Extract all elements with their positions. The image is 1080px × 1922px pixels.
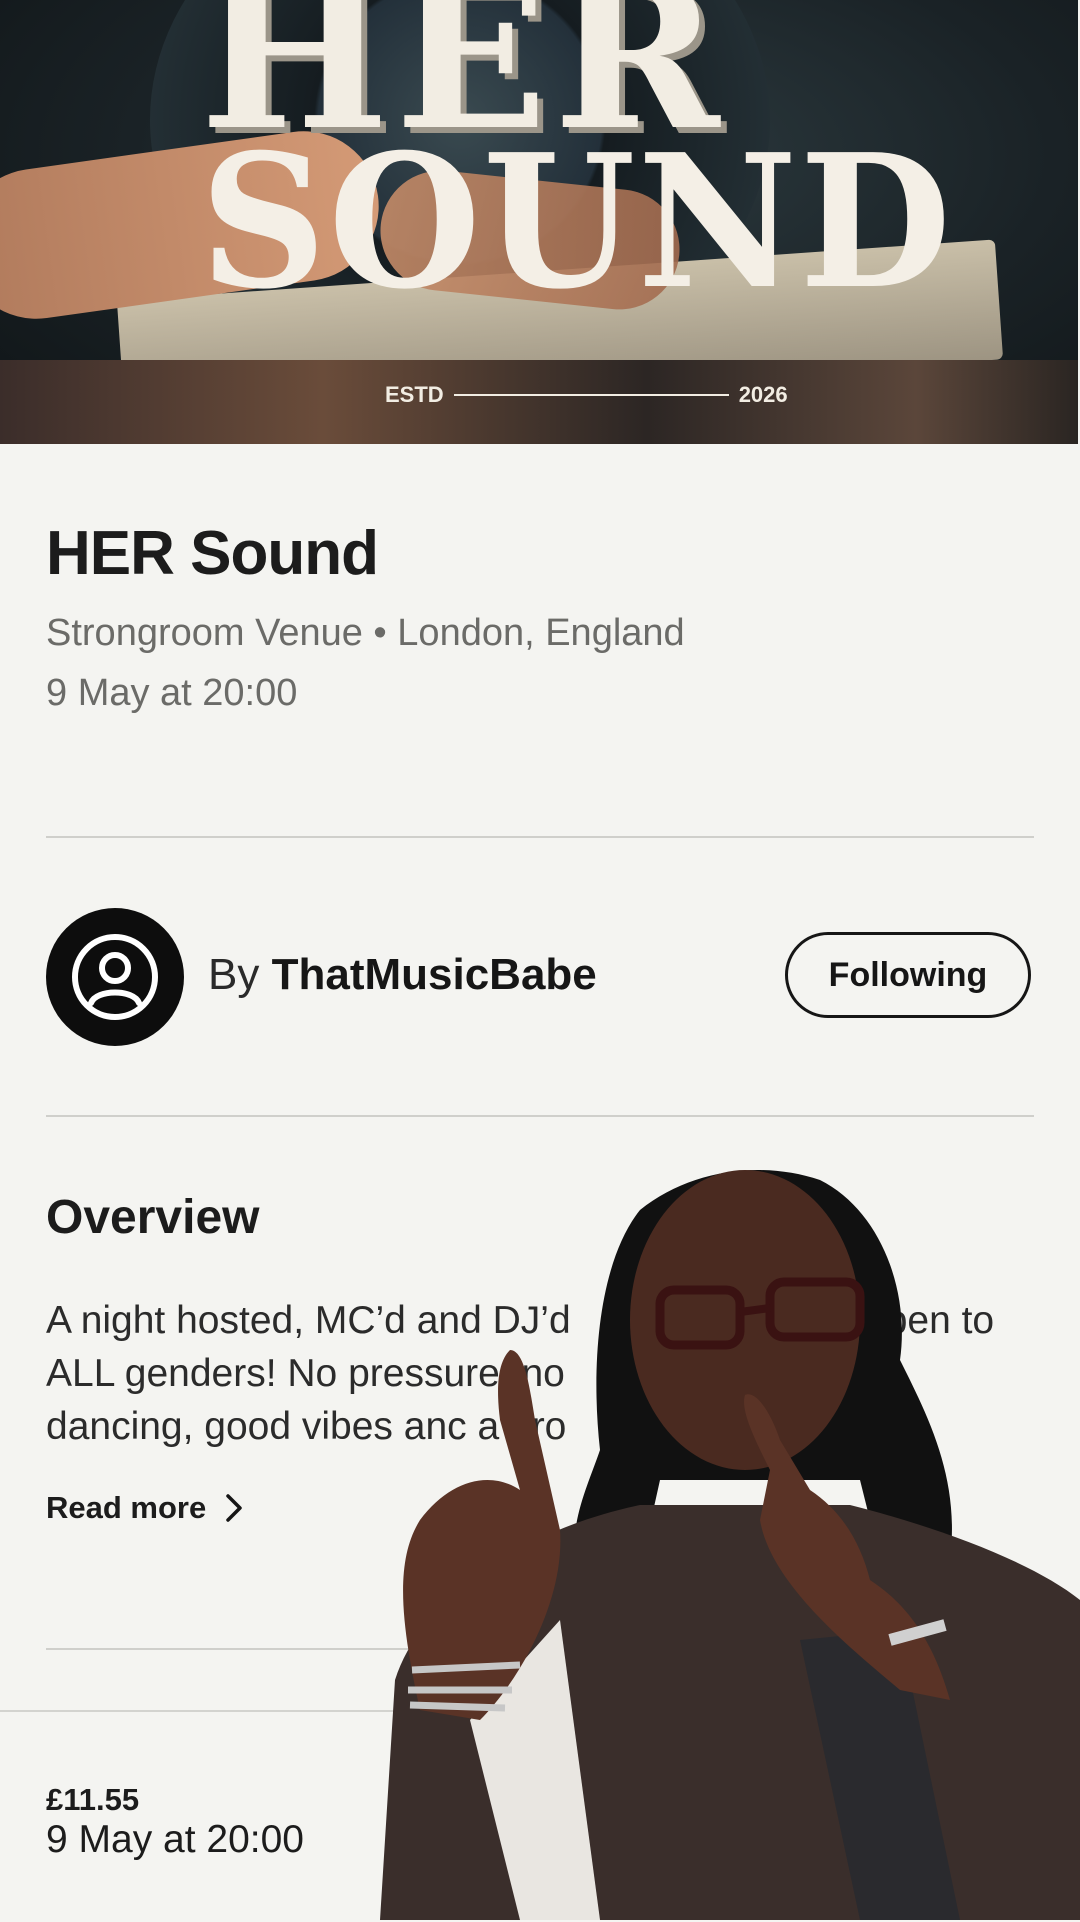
checkout-bar xyxy=(0,1710,1080,1922)
overview-line-2-start: ALL genders! No pressu xyxy=(46,1352,466,1395)
read-more-link[interactable]: Read more xyxy=(46,1490,244,1526)
overview-line-2: ALL genders! No pressure, no xyxy=(46,1347,1031,1400)
divider xyxy=(46,1115,1034,1117)
overview-line-1-end: open to xyxy=(864,1299,995,1342)
read-more-label: Read more xyxy=(46,1490,207,1525)
organizer-avatar[interactable] xyxy=(46,908,184,1046)
overview-heading: Overview xyxy=(46,1191,260,1244)
overview-line-3-end: a pro xyxy=(477,1405,567,1448)
overview-description: A night hosted, MC’d and DJ’d open to AL… xyxy=(46,1294,1031,1453)
ticket-price: £11.55 xyxy=(46,1782,140,1817)
event-date: 9 May at 20:00 xyxy=(46,672,298,714)
event-venue[interactable]: Strongroom Venue • London, England xyxy=(46,612,685,655)
poster-estd-row: ESTD 2026 xyxy=(385,382,788,408)
organizer-by-label: By xyxy=(208,950,260,999)
following-button[interactable]: Following xyxy=(785,932,1031,1018)
overview-line-3-start: dancing, good vibes anc xyxy=(46,1405,467,1448)
organizer-name[interactable]: ThatMusicBabe xyxy=(272,950,597,999)
organizer-line: By ThatMusicBabe xyxy=(208,950,597,1000)
overview-line-3: dancing, good vibes anc a pro xyxy=(46,1400,1031,1453)
presenter-bracelets xyxy=(408,1661,521,1712)
poster-estd-line xyxy=(453,394,729,396)
overview-line-2-end: re, no xyxy=(465,1352,565,1395)
poster-estd-year: 2026 xyxy=(738,382,788,407)
chevron-right-icon xyxy=(226,1494,242,1522)
event-poster-image: HER SOUND ESTD 2026 xyxy=(0,0,1078,444)
poster-title-sound: SOUND xyxy=(200,114,954,331)
event-title: HER Sound xyxy=(46,519,379,588)
divider xyxy=(46,836,1034,838)
overview-line-1: A night hosted, MC’d and DJ’d open to xyxy=(46,1294,1031,1347)
overview-line-1-start: A night hosted, MC’d and DJ’d xyxy=(46,1299,571,1342)
divider xyxy=(46,1648,1034,1650)
poster-estd-label: ESTD xyxy=(385,382,444,407)
user-profile-icon xyxy=(72,934,158,1020)
checkout-date: 9 May at 20:00 xyxy=(46,1818,304,1861)
